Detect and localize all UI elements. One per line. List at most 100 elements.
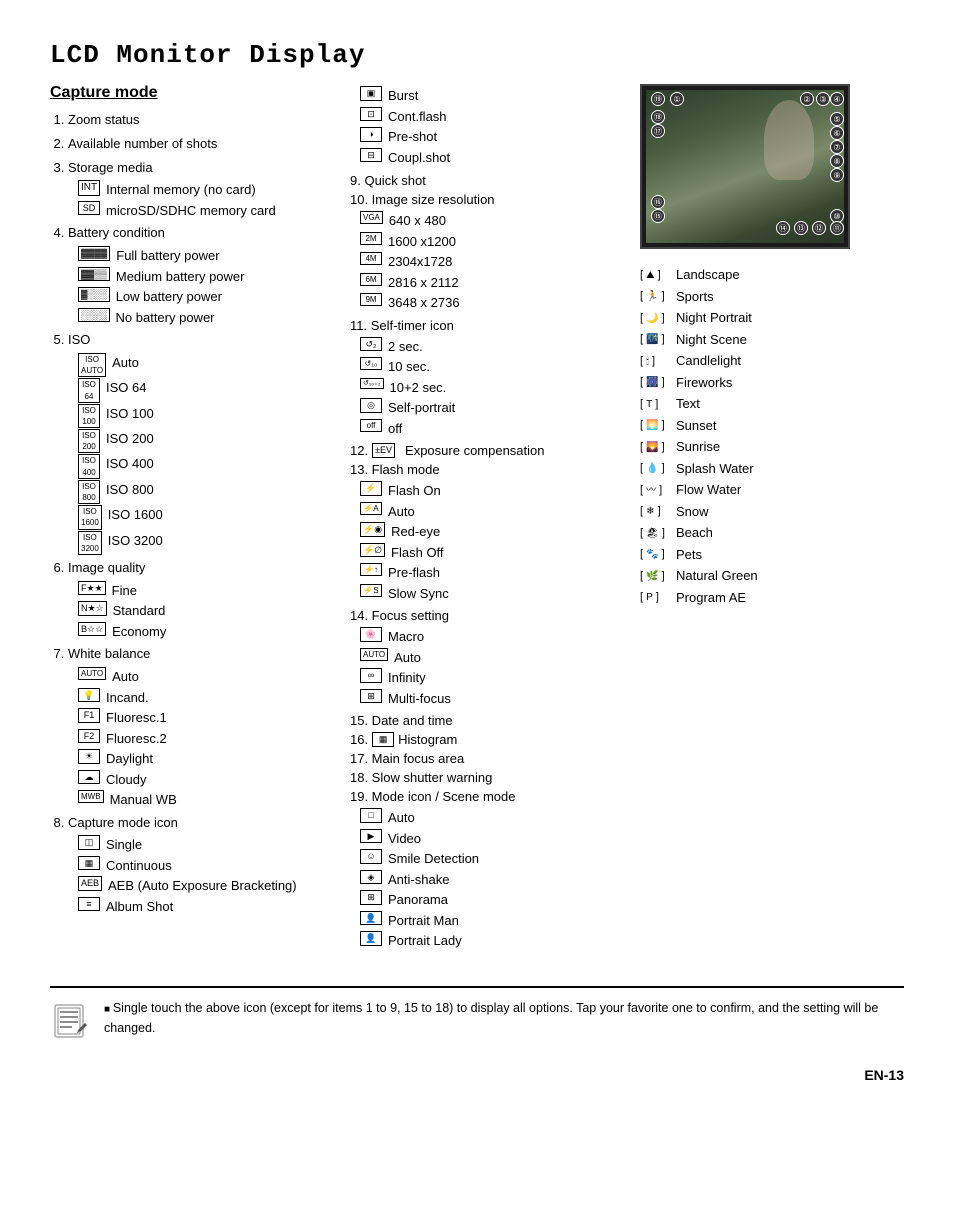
item-11: 11. Self-timer icon (350, 318, 630, 333)
mode-portrait-lady: 👤Portrait Lady (360, 931, 630, 951)
item-10: 10. Image size resolution (350, 192, 630, 207)
capture-album: ≡Album Shot (78, 897, 340, 917)
scene-candlelight: [ 🕯 ] Candlelight (640, 351, 904, 371)
page-title: LCD Monitor Display (50, 40, 904, 70)
item-19: 19. Mode icon / Scene mode (350, 789, 630, 804)
scene-sports: [ 🏃 ] Sports (640, 287, 904, 307)
list-item-1: Zoom status (68, 110, 340, 131)
wb-fluor2: F2Fluoresc.2 (78, 729, 340, 749)
timer-10+2s: ↺₁₀₊₂10+2 sec. (360, 378, 630, 398)
size-vga: VGA640 x 480 (360, 211, 630, 231)
flash-on: ⚡Flash On (360, 481, 630, 501)
mode-auto: □Auto (360, 808, 630, 828)
scene-beach: [ 🏖 ] Beach (640, 523, 904, 543)
size-2mp: 2M1600 x1200 (360, 232, 630, 252)
cam-num-18: ⑱ (651, 110, 665, 124)
list-item-4: Battery condition ▓▓▓▓ Full battery powe… (68, 223, 340, 327)
page-number: EN-13 (50, 1067, 904, 1083)
list-item-8: Capture mode icon ◫Single ▦Continuous AE… (68, 813, 340, 917)
main-list: Zoom status Available number of shots St… (50, 110, 340, 916)
timer-portrait: ◎Self-portrait (360, 398, 630, 418)
burst-contflash: ⊡Cont.flash (360, 107, 630, 127)
cam-num-4: ④ (830, 92, 844, 106)
mode-video: ▶Video (360, 829, 630, 849)
cam-num-17: ⑰ (651, 124, 665, 138)
flash-auto: ⚡AAuto (360, 502, 630, 522)
iso-1600: ISO1600ISO 1600 (78, 505, 340, 529)
cam-num-11: ⑪ (830, 221, 844, 235)
item-18: 18. Slow shutter warning (350, 770, 630, 785)
iso-sub: ISOAUTOAuto ISO64ISO 64 ISO100ISO 100 IS… (68, 353, 340, 555)
battery-none: ░░░░ No battery power (78, 308, 340, 328)
wb-incand: 💡Incand. (78, 688, 340, 708)
focus-multi: ⊞Multi-focus (360, 689, 630, 709)
scene-fireworks: [ 🎆 ] Fireworks (640, 373, 904, 393)
size-sub: VGA640 x 480 2M1600 x1200 4M2304x1728 6M… (350, 211, 630, 313)
storage-internal: INT Internal memory (no card) (78, 180, 340, 200)
scene-program-ae: [ P ] Program AE (640, 588, 904, 608)
cam-num-5: ⑤ (830, 112, 844, 126)
focus-sub: 🌸Macro AUTOAuto ∞Infinity ⊞Multi-focus (350, 627, 630, 708)
flash-preflash: ⚡↑Pre-flash (360, 563, 630, 583)
iso-auto: ISOAUTOAuto (78, 353, 340, 377)
size-4mp: 4M2304x1728 (360, 252, 630, 272)
iso-200: ISO200ISO 200 (78, 429, 340, 453)
timer-2s: ↺₂2 sec. (360, 337, 630, 357)
list-item-3: Storage media INT Internal memory (no ca… (68, 158, 340, 221)
iso-3200: ISO3200ISO 3200 (78, 531, 340, 555)
burst-sub: ▣Burst ⊡Cont.flash ◑Pre-shot ⊟Coupl.shot (350, 86, 630, 167)
cam-num-19: ⑲ (651, 92, 665, 106)
flash-slowsync: ⚡SSlow Sync (360, 584, 630, 604)
item-17: 17. Main focus area (350, 751, 630, 766)
list-item-6: Image quality F★★Fine N★☆Standard B☆☆Eco… (68, 558, 340, 641)
footer-note: Single touch the above icon (except for … (104, 998, 904, 1038)
scene-list: [ ⛰ ] Landscape [ 🏃 ] Sports [ 🌙 ] Night… (640, 265, 904, 607)
focus-macro: 🌸Macro (360, 627, 630, 647)
capture-aeb: AEBAEB (Auto Exposure Bracketing) (78, 876, 340, 896)
wb-sub: AUTOAuto 💡Incand. F1Fluoresc.1 F2Fluores… (68, 667, 340, 810)
storage-sd: SD microSD/SDHC memory card (78, 201, 340, 221)
wb-auto: AUTOAuto (78, 667, 340, 687)
battery-sub: ▓▓▓▓ Full battery power ▓▓▒▒ Medium batt… (68, 246, 340, 327)
iso-800: ISO800ISO 800 (78, 480, 340, 504)
scene-landscape: [ ⛰ ] Landscape (640, 265, 904, 285)
mode19-sub: □Auto ▶Video ☺Smile Detection ◈Anti-shak… (350, 808, 630, 951)
left-column: Capture mode Zoom status Available numbe… (50, 84, 340, 956)
capture-single: ◫Single (78, 835, 340, 855)
footer-section: Single touch the above icon (except for … (50, 986, 904, 1047)
scene-text: [ T ] Text (640, 394, 904, 414)
iso-64: ISO64ISO 64 (78, 378, 340, 402)
scene-night-portrait: [ 🌙 ] Night Portrait (640, 308, 904, 328)
focus-infinity: ∞Infinity (360, 668, 630, 688)
scene-natural-green: [ 🌿 ] Natural Green (640, 566, 904, 586)
capture-sub: ◫Single ▦Continuous AEBAEB (Auto Exposur… (68, 835, 340, 916)
wb-cloudy: ☁Cloudy (78, 770, 340, 790)
cam-num-1: ① (670, 92, 684, 106)
scene-snow: [ ❄ ] Snow (640, 502, 904, 522)
focus-auto: AUTOAuto (360, 648, 630, 668)
capture-continuous: ▦Continuous (78, 856, 340, 876)
item-16: 16. ▦ Histogram (350, 732, 630, 747)
right-column: ⑲ ① ② ③ ④ ⑤ ⑥ ⑦ ⑧ ⑨ ⑩ ⑪ ⑫ ⑬ ⑭ ⑮ ⑱ (640, 84, 904, 956)
scene-splash-water: [ 💧 ] Splash Water (640, 459, 904, 479)
storage-sub: INT Internal memory (no card) SD microSD… (68, 180, 340, 220)
camera-screen: ⑲ ① ② ③ ④ ⑤ ⑥ ⑦ ⑧ ⑨ ⑩ ⑪ ⑫ ⑬ ⑭ ⑮ ⑱ (640, 84, 850, 249)
flash-redeye: ⚡◉Red-eye (360, 522, 630, 542)
burst-burst: ▣Burst (360, 86, 630, 106)
camera-subject (764, 100, 814, 180)
battery-low: ▓░░░ Low battery power (78, 287, 340, 307)
battery-medium: ▓▓▒▒ Medium battery power (78, 267, 340, 287)
mode-portrait-man: 👤Portrait Man (360, 911, 630, 931)
quality-economy: B☆☆Economy (78, 622, 340, 642)
scene-night-scene: [ 🌃 ] Night Scene (640, 330, 904, 350)
list-item-2: Available number of shots (68, 134, 340, 155)
timer-off: offoff (360, 419, 630, 439)
wb-fluor1: F1Fluoresc.1 (78, 708, 340, 728)
cam-num-3: ③ (816, 92, 830, 106)
iso-100: ISO100ISO 100 (78, 404, 340, 428)
burst-couplshot: ⊟Coupl.shot (360, 148, 630, 168)
iso-400: ISO400ISO 400 (78, 454, 340, 478)
item-13: 13. Flash mode (350, 462, 630, 477)
cam-num-13: ⑬ (794, 221, 808, 235)
list-item-5: ISO ISOAUTOAuto ISO64ISO 64 ISO100ISO 10… (68, 330, 340, 555)
